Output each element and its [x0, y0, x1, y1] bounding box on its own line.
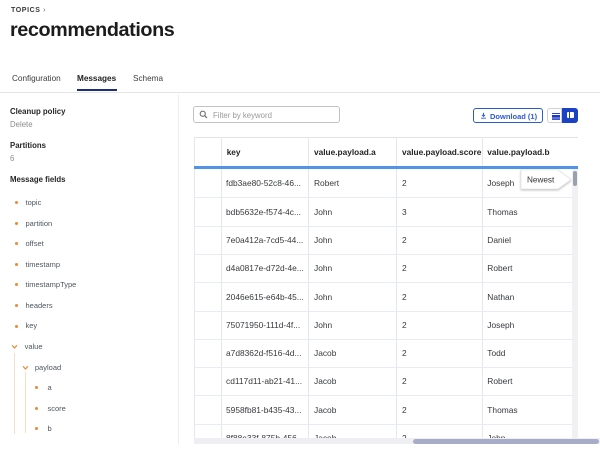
- svg-text:Newest: Newest: [527, 176, 555, 185]
